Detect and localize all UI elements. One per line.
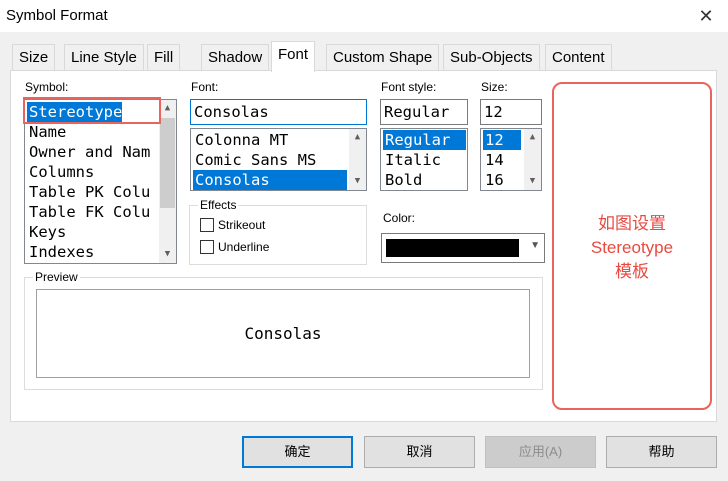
- tab-size[interactable]: Size: [12, 44, 56, 71]
- symbol-item-table-fk-columns[interactable]: Table FK Colu: [27, 202, 150, 222]
- preview-sample-text: Consolas: [244, 324, 322, 343]
- font-style-item-regular[interactable]: Regular: [383, 130, 466, 150]
- font-label: Font:: [191, 80, 219, 94]
- tab-fill[interactable]: Fill: [147, 44, 181, 71]
- strikeout-checkbox[interactable]: Strikeout: [200, 218, 265, 234]
- annotation-line-1: 如图设置: [598, 214, 666, 233]
- checkbox-box-icon[interactable]: [200, 240, 214, 254]
- scroll-thumb[interactable]: [160, 118, 175, 208]
- font-name-field[interactable]: Consolas: [190, 99, 367, 125]
- chevron-up-icon[interactable]: ▲: [524, 129, 541, 146]
- help-button[interactable]: 帮助: [606, 436, 717, 468]
- chevron-down-icon[interactable]: ▼: [524, 173, 541, 190]
- annotation-line-3: 模板: [615, 262, 649, 281]
- symbol-item-owner-and-name[interactable]: Owner and Nam: [27, 142, 150, 162]
- annotation-text: 如图设置 Stereotype 模板: [554, 212, 710, 284]
- font-style-list[interactable]: Regular Italic Bold: [380, 128, 468, 191]
- effects-group-title: Effects: [198, 198, 239, 212]
- annotation-callout: 如图设置 Stereotype 模板: [552, 82, 712, 410]
- tab-custom-shape[interactable]: Custom Shape: [326, 44, 440, 71]
- symbol-item-name[interactable]: Name: [27, 122, 66, 142]
- symbol-item-columns[interactable]: Columns: [27, 162, 94, 182]
- preview-group-title: Preview: [33, 270, 80, 284]
- tab-content[interactable]: Content: [545, 44, 612, 71]
- symbol-item-indexes[interactable]: Indexes: [27, 242, 94, 262]
- symbol-list-scrollbar[interactable]: ▲ ▼: [159, 100, 176, 263]
- chevron-down-icon[interactable]: ▼: [530, 240, 540, 251]
- size-field[interactable]: 12: [480, 99, 542, 125]
- tab-line-style[interactable]: Line Style: [64, 44, 144, 71]
- font-item-consolas[interactable]: Consolas: [193, 170, 347, 190]
- color-dropdown[interactable]: ▼: [381, 233, 545, 263]
- font-style-label: Font style:: [381, 80, 437, 94]
- chevron-up-icon[interactable]: ▲: [349, 129, 366, 146]
- font-list-scrollbar[interactable]: ▲ ▼: [349, 129, 366, 190]
- effects-group: [189, 205, 367, 265]
- color-swatch: [386, 239, 519, 257]
- strikeout-label: Strikeout: [218, 218, 266, 232]
- size-list[interactable]: 12 14 16 ▲ ▼: [480, 128, 542, 191]
- size-item-14[interactable]: 14: [483, 150, 504, 170]
- font-style-item-italic[interactable]: Italic: [383, 150, 441, 170]
- ok-button[interactable]: 确定: [242, 436, 353, 468]
- close-icon[interactable]: ✕: [684, 0, 728, 32]
- font-list[interactable]: Colonna MT Comic Sans MS Consolas ▲ ▼: [190, 128, 367, 191]
- chevron-up-icon[interactable]: ▲: [159, 100, 176, 117]
- symbol-item-keys[interactable]: Keys: [27, 222, 66, 242]
- underline-label: Underline: [218, 240, 270, 254]
- chevron-down-icon[interactable]: ▼: [159, 246, 176, 263]
- color-label: Color:: [383, 211, 416, 225]
- symbol-item-table-pk-columns[interactable]: Table PK Colu: [27, 182, 150, 202]
- preview-area: Consolas: [36, 289, 530, 378]
- tab-shadow[interactable]: Shadow: [201, 44, 270, 71]
- font-item-comic-sans-ms[interactable]: Comic Sans MS: [193, 150, 316, 170]
- stereotype-highlight-box: [23, 97, 161, 124]
- chevron-down-icon[interactable]: ▼: [349, 173, 366, 190]
- size-item-16[interactable]: 16: [483, 170, 504, 190]
- font-style-item-bold[interactable]: Bold: [383, 170, 422, 190]
- title-bar: Symbol Format ✕: [0, 0, 728, 32]
- size-label: Size:: [481, 80, 508, 94]
- font-item-colonna-mt[interactable]: Colonna MT: [193, 130, 288, 150]
- tab-font[interactable]: Font: [271, 41, 316, 72]
- cancel-button[interactable]: 取消: [364, 436, 475, 468]
- tab-sub-objects[interactable]: Sub-Objects: [443, 44, 540, 71]
- underline-checkbox[interactable]: Underline: [200, 240, 269, 256]
- symbol-label: Symbol:: [25, 80, 69, 94]
- apply-button[interactable]: 应用(A): [485, 436, 596, 468]
- size-list-scrollbar[interactable]: ▲ ▼: [524, 129, 541, 190]
- font-style-field[interactable]: Regular: [380, 99, 468, 125]
- window-title: Symbol Format: [6, 7, 108, 24]
- size-item-12[interactable]: 12: [483, 130, 521, 150]
- checkbox-box-icon[interactable]: [200, 218, 214, 232]
- annotation-line-2: Stereotype: [590, 238, 674, 257]
